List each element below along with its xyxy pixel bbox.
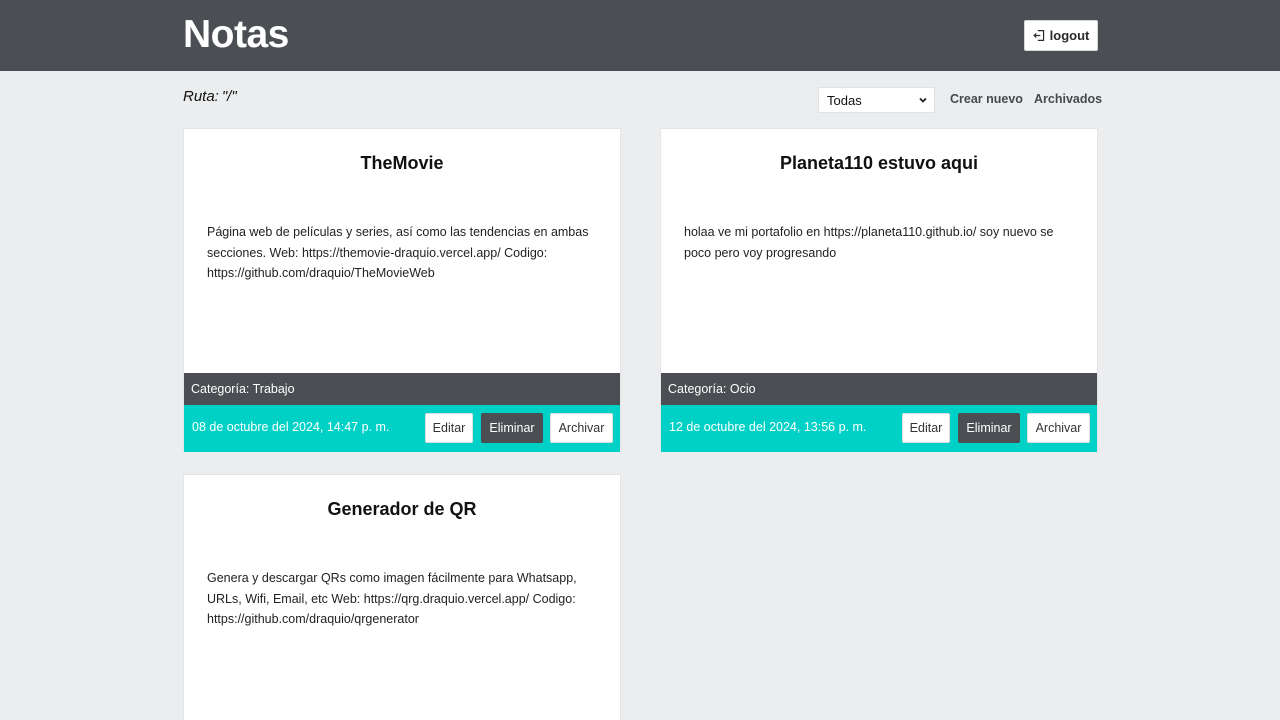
note-category: Categoría: Trabajo	[184, 373, 620, 405]
category-filter-value: Todas	[827, 92, 862, 108]
route-label: Ruta:	[183, 88, 219, 105]
app-title: Notas	[183, 13, 289, 56]
logout-label: logout	[1049, 28, 1090, 43]
category-filter-select[interactable]: Todas	[818, 87, 935, 113]
note-card: Planeta110 estuvo aqui holaa ve mi porta…	[660, 128, 1098, 452]
note-card: TheMovie Página web de películas y serie…	[183, 128, 621, 452]
route-indicator: Ruta: "/"	[183, 88, 237, 105]
edit-button[interactable]: Editar	[902, 413, 950, 443]
note-date: 08 de octubre del 2024, 14:47 p. m.	[192, 420, 390, 434]
chevron-down-icon	[919, 97, 927, 103]
archive-button[interactable]: Archivar	[550, 413, 613, 443]
note-card: Generador de QR Genera y descargar QRs c…	[183, 474, 621, 720]
note-footer: 08 de octubre del 2024, 14:47 p. m. Edit…	[184, 405, 620, 452]
logout-icon	[1032, 30, 1044, 41]
note-date: 12 de octubre del 2024, 13:56 p. m.	[669, 420, 867, 434]
archived-link[interactable]: Archivados	[1034, 92, 1102, 106]
note-title: TheMovie	[360, 153, 444, 173]
create-new-link[interactable]: Crear nuevo	[950, 92, 1023, 106]
delete-button[interactable]: Eliminar	[958, 413, 1020, 443]
top-bar: Notas logout	[0, 0, 1280, 71]
note-body: Genera y descargar QRs como imagen fácil…	[207, 571, 577, 626]
note-body: holaa ve mi portafolio en https://planet…	[684, 225, 1054, 260]
archive-button[interactable]: Archivar	[1027, 413, 1090, 443]
note-title: Generador de QR	[327, 499, 477, 519]
delete-button[interactable]: Eliminar	[481, 413, 543, 443]
route-value: "/"	[221, 88, 237, 105]
note-category: Categoría: Ocio	[661, 373, 1097, 405]
logout-button[interactable]: logout	[1024, 20, 1098, 51]
edit-button[interactable]: Editar	[425, 413, 473, 443]
note-footer: 12 de octubre del 2024, 13:56 p. m. Edit…	[661, 405, 1097, 452]
note-body: Página web de películas y series, así co…	[207, 225, 589, 280]
note-title: Planeta110 estuvo aqui	[779, 153, 979, 173]
